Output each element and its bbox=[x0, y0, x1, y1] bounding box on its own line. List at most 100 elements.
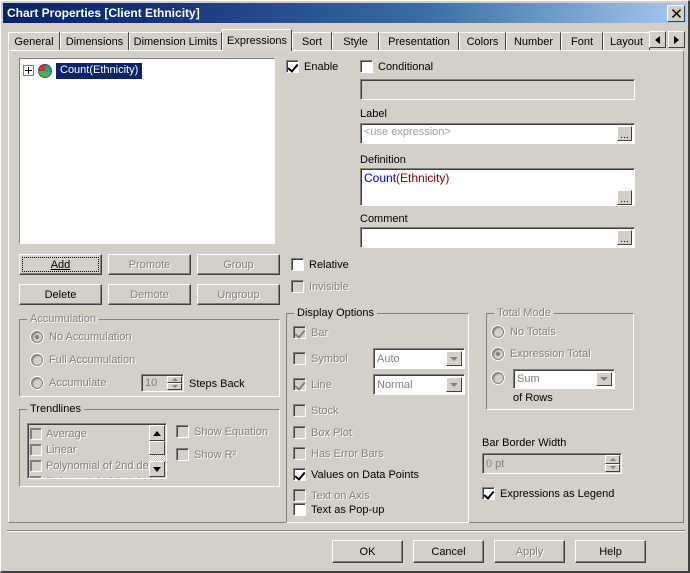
display-option-stock[interactable]: Stock bbox=[293, 404, 339, 417]
conditional-checkbox[interactable]: Conditional bbox=[360, 60, 433, 73]
promote-button[interactable]: Promote bbox=[108, 254, 191, 275]
radio-full-accumulation[interactable]: Full Accumulation bbox=[31, 354, 135, 366]
demote-button-label: Demote bbox=[130, 288, 169, 301]
enable-label: Enable bbox=[304, 60, 339, 73]
display-option-text-on-axis[interactable]: Text on Axis bbox=[293, 489, 370, 502]
stepper-buttons[interactable] bbox=[167, 376, 182, 390]
close-icon[interactable] bbox=[667, 5, 685, 22]
trendlines-list-item[interactable]: Polynomial of 2nd de bbox=[30, 458, 166, 474]
trendlines-group-label: Trendlines bbox=[27, 403, 84, 415]
stepper-down-icon[interactable] bbox=[167, 383, 182, 390]
tab-font[interactable]: Font bbox=[561, 32, 603, 51]
tree-item-count-ethnicity[interactable]: Count(Ethnicity) bbox=[23, 62, 274, 79]
tab-presentation[interactable]: Presentation bbox=[379, 32, 459, 51]
of-rows-label: of Rows bbox=[513, 392, 553, 404]
trendlines-list-item[interactable]: Polynomial of 3rd de bbox=[30, 474, 166, 478]
ok-button[interactable]: OK bbox=[332, 540, 403, 563]
display-option-symbol[interactable]: Symbol bbox=[293, 352, 348, 365]
checkbox-box bbox=[293, 404, 306, 417]
definition-browse-button[interactable]: ... bbox=[617, 190, 632, 205]
group-button-label: Group bbox=[223, 258, 254, 271]
ungroup-button[interactable]: Ungroup bbox=[197, 284, 280, 305]
trendlines-scrollbar[interactable] bbox=[149, 425, 165, 477]
bar-border-width-value: 0 pt bbox=[486, 457, 505, 470]
display-option-box-plot[interactable]: Box Plot bbox=[293, 426, 352, 439]
tab-number[interactable]: Number bbox=[506, 32, 561, 51]
display-option-values-on-data-points[interactable]: Values on Data Points bbox=[293, 468, 419, 481]
display-option-has-error-bars[interactable]: Has Error Bars bbox=[293, 447, 384, 460]
checkbox-box[interactable] bbox=[30, 476, 42, 478]
display-option-symbol-label: Symbol bbox=[311, 352, 348, 365]
relative-checkbox[interactable]: Relative bbox=[291, 258, 349, 271]
promote-button-label: Promote bbox=[128, 258, 171, 271]
display-option-line[interactable]: Line bbox=[293, 378, 332, 391]
scroll-down-icon[interactable] bbox=[149, 461, 165, 477]
chevron-down-icon[interactable] bbox=[596, 372, 612, 386]
apply-button[interactable]: Apply bbox=[494, 540, 565, 563]
display-option-text-as-popup[interactable]: Text as Pop-up bbox=[293, 503, 384, 516]
trendlines-list[interactable]: Average Linear Polynomial of 2nd de Poly… bbox=[27, 423, 167, 479]
scroll-up-icon[interactable] bbox=[149, 425, 165, 441]
radio-no-totals-label: No Totals bbox=[510, 326, 556, 338]
trendlines-list-item[interactable]: Linear bbox=[30, 442, 166, 458]
tab-expressions[interactable]: Expressions bbox=[222, 29, 292, 51]
radio-no-accumulation[interactable]: No Accumulation bbox=[31, 331, 132, 343]
conditional-input[interactable] bbox=[360, 79, 635, 100]
radio-expression-total[interactable]: Expression Total bbox=[492, 348, 591, 360]
show-r2-checkbox[interactable]: Show R² bbox=[176, 448, 236, 461]
tab-colors[interactable]: Colors bbox=[459, 32, 506, 51]
checkbox-box[interactable] bbox=[30, 460, 42, 472]
delete-button[interactable]: Delete bbox=[19, 284, 102, 305]
expression-tree[interactable]: Count(Ethnicity) bbox=[19, 58, 275, 244]
display-option-line-label: Line bbox=[311, 378, 332, 391]
group-button[interactable]: Group bbox=[197, 254, 280, 275]
tab-scroll-right-button[interactable] bbox=[668, 31, 685, 48]
stepper-buttons[interactable] bbox=[605, 455, 620, 472]
show-equation-checkbox[interactable]: Show Equation bbox=[176, 425, 268, 438]
cancel-button[interactable]: Cancel bbox=[413, 540, 484, 563]
tab-dimension-limits[interactable]: Dimension Limits bbox=[129, 32, 222, 51]
label-browse-button[interactable]: ... bbox=[617, 126, 632, 141]
title-bar[interactable]: Chart Properties [Client Ethnicity] bbox=[3, 3, 687, 23]
tab-sort[interactable]: Sort bbox=[292, 32, 332, 51]
radio-no-totals[interactable]: No Totals bbox=[492, 326, 556, 338]
add-button[interactable]: Add bbox=[19, 254, 102, 275]
aggregation-select[interactable]: Sum bbox=[513, 369, 615, 389]
radio-aggregation-total[interactable] bbox=[492, 372, 510, 384]
line-select[interactable]: Normal bbox=[373, 374, 465, 395]
trendlines-list-item[interactable]: Average bbox=[30, 426, 166, 442]
help-button[interactable]: Help bbox=[575, 540, 646, 563]
stepper-up-icon[interactable] bbox=[167, 376, 182, 383]
radio-accumulate[interactable]: Accumulate bbox=[31, 377, 106, 389]
steps-back-stepper[interactable]: 10 bbox=[141, 374, 184, 392]
bar-border-width-stepper[interactable]: 0 pt bbox=[482, 453, 622, 474]
scrollbar-thumb[interactable] bbox=[149, 441, 165, 455]
enable-checkbox[interactable]: Enable bbox=[286, 60, 338, 73]
trendline-label: Average bbox=[46, 428, 87, 440]
checkbox-box[interactable] bbox=[30, 428, 42, 440]
demote-button[interactable]: Demote bbox=[108, 284, 191, 305]
invisible-checkbox[interactable]: Invisible bbox=[291, 280, 349, 293]
tab-style[interactable]: Style bbox=[332, 32, 379, 51]
tab-layout[interactable]: Layout bbox=[603, 32, 650, 51]
symbol-select[interactable]: Auto bbox=[373, 348, 465, 369]
chevron-down-icon[interactable] bbox=[446, 351, 462, 366]
tab-general[interactable]: General bbox=[8, 32, 60, 51]
display-option-bar[interactable]: Bar bbox=[293, 326, 328, 339]
tab-dimensions[interactable]: Dimensions bbox=[60, 32, 129, 51]
label-input[interactable]: <use expression> bbox=[360, 123, 635, 144]
comment-browse-button[interactable]: ... bbox=[617, 230, 632, 245]
tab-scroll-left-button[interactable] bbox=[649, 31, 666, 48]
footer-separator bbox=[7, 530, 685, 532]
expressions-as-legend-checkbox[interactable]: Expressions as Legend bbox=[482, 487, 614, 500]
chevron-down-icon[interactable] bbox=[446, 377, 462, 392]
conditional-label: Conditional bbox=[378, 60, 434, 73]
stepper-down-icon[interactable] bbox=[605, 463, 620, 472]
stepper-up-icon[interactable] bbox=[605, 455, 620, 464]
plus-icon[interactable] bbox=[23, 65, 34, 76]
checkbox-box bbox=[176, 448, 189, 461]
definition-input[interactable]: Count (Ethnicity) bbox=[360, 168, 635, 206]
display-option-stock-label: Stock bbox=[311, 404, 339, 417]
comment-input[interactable] bbox=[360, 227, 635, 248]
checkbox-box[interactable] bbox=[30, 444, 42, 456]
